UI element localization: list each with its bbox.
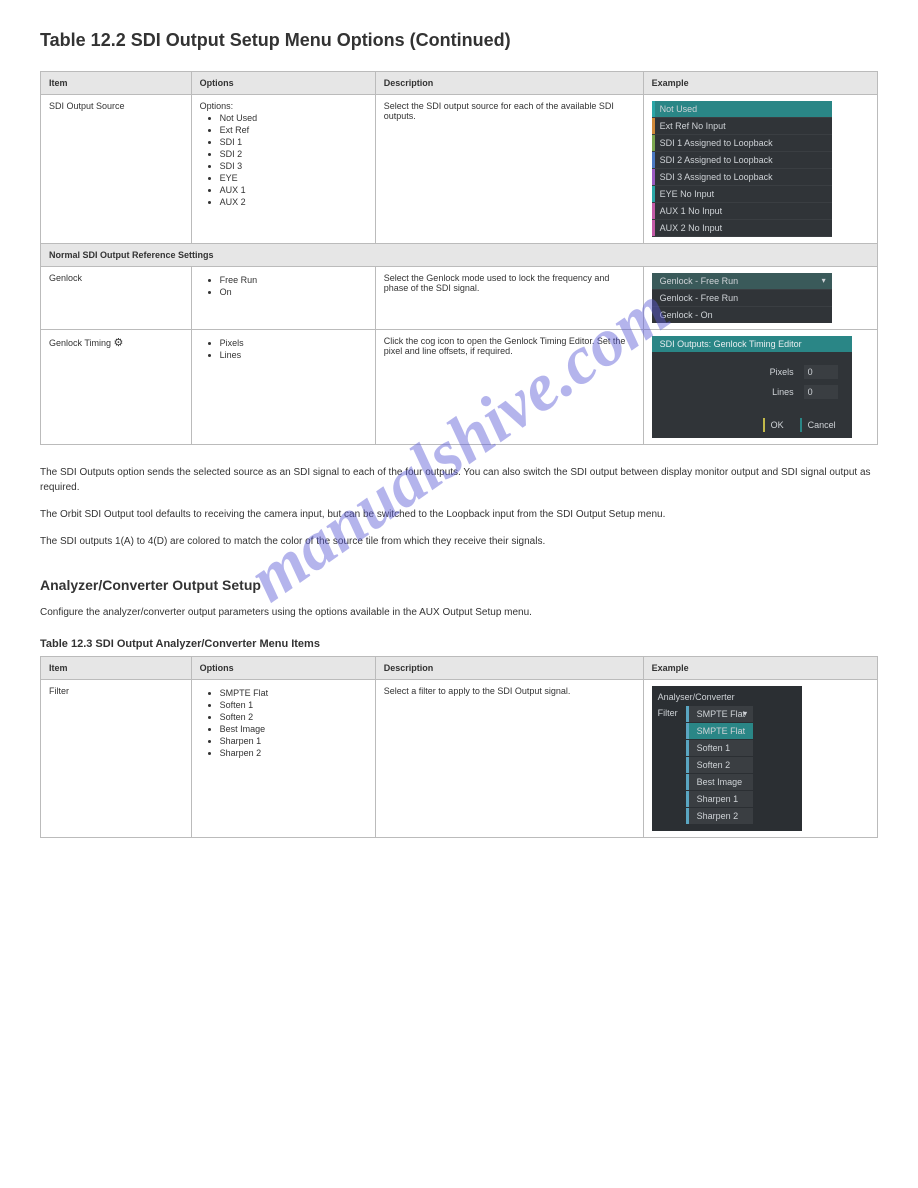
genlock-dropdown-screenshot: Genlock - Free Run Genlock - Free Run Ge… [652,273,832,323]
table-subheader-row: Normal SDI Output Reference Settings [41,244,878,267]
option-item: Not Used [220,113,367,123]
cancel-button[interactable]: Cancel [800,418,842,432]
genlock-option-on[interactable]: Genlock - On [652,306,832,323]
analyzer-heading: Analyzer/Converter Output Setup [40,577,878,593]
filter-panel-title: Analyser/Converter [658,692,796,702]
source-option-aux1[interactable]: AUX 1 No Input [652,203,832,220]
filter-screenshot: Analyser/Converter Filter SMPTE Flat SMP… [652,686,802,831]
source-option-aux2[interactable]: AUX 2 No Input [652,220,832,237]
cell-item: SDI Output Source [41,95,192,244]
body-para-1: The SDI Outputs option sends the selecte… [40,465,878,495]
th-item: Item [41,72,192,95]
th-description: Description [375,72,643,95]
source-option-eye[interactable]: EYE No Input [652,186,832,203]
table-row: Filter SMPTE Flat Soften 1 Soften 2 Best… [41,680,878,838]
cell-example: Genlock - Free Run Genlock - Free Run Ge… [643,267,877,330]
option-item: Free Run [220,275,367,285]
option-item: EYE [220,173,367,183]
cell-description: Select the Genlock mode used to lock the… [375,267,643,330]
ok-button[interactable]: OK [763,418,790,432]
filter-option-best-image[interactable]: Best Image [686,774,754,790]
filter-option-soften1[interactable]: Soften 1 [686,740,754,756]
th-options: Options [191,72,375,95]
filter-option-soften2[interactable]: Soften 2 [686,757,754,773]
body-para-2: The Orbit SDI Output tool defaults to re… [40,507,878,522]
th-example: Example [643,72,877,95]
option-item: Ext Ref [220,125,367,135]
option-item: SDI 1 [220,137,367,147]
genlock-timing-label: Genlock Timing [49,338,111,348]
option-item: SDI 2 [220,149,367,159]
source-option-ext-ref[interactable]: Ext Ref No Input [652,118,832,135]
field-label-pixels: Pixels [770,367,794,377]
cell-description: Select a filter to apply to the SDI Outp… [375,680,643,838]
option-item: AUX 1 [220,185,367,195]
th-description: Description [375,657,643,680]
cell-example: Not Used Ext Ref No Input SDI 1 Assigned… [643,95,877,244]
th-item: Item [41,657,192,680]
table-row: Genlock Timing ⚙ Pixels Lines Click the … [41,330,878,445]
filter-dropdown-header[interactable]: SMPTE Flat [686,706,754,722]
filter-option-sharpen1[interactable]: Sharpen 1 [686,791,754,807]
cell-options: Pixels Lines [191,330,375,445]
th-example: Example [643,657,877,680]
cell-item: Filter [41,680,192,838]
table-analyzer-converter: Item Options Description Example Filter … [40,656,878,838]
option-item: AUX 2 [220,197,367,207]
option-item: SMPTE Flat [220,688,367,698]
genlock-option-freerun[interactable]: Genlock - Free Run [652,289,832,306]
cell-options: SMPTE Flat Soften 1 Soften 2 Best Image … [191,680,375,838]
option-item: On [220,287,367,297]
option-item: Best Image [220,724,367,734]
genlock-dropdown-header[interactable]: Genlock - Free Run [652,273,832,289]
genlock-timing-editor-screenshot: SDI Outputs: Genlock Timing Editor Pixel… [652,336,852,438]
cell-description: Click the cog icon to open the Genlock T… [375,330,643,445]
cell-item: Genlock Timing ⚙ [41,330,192,445]
cell-example: Analyser/Converter Filter SMPTE Flat SMP… [643,680,877,838]
table-sdi-output-setup: Item Options Description Example SDI Out… [40,71,878,445]
subheader-normal-ref: Normal SDI Output Reference Settings [41,244,878,267]
source-option-sdi2[interactable]: SDI 2 Assigned to Loopback [652,152,832,169]
field-label-lines: Lines [772,387,794,397]
option-item: Soften 1 [220,700,367,710]
cell-example: SDI Outputs: Genlock Timing Editor Pixel… [643,330,877,445]
cell-options: Options: Not Used Ext Ref SDI 1 SDI 2 SD… [191,95,375,244]
filter-label: Filter [658,706,678,825]
option-item: Soften 2 [220,712,367,722]
table-caption-1: Table 12.2 SDI Output Setup Menu Options… [40,30,878,51]
table-caption-2: Table 12.3 SDI Output Analyzer/Converter… [40,638,878,650]
options-label: Options: [200,101,367,111]
lines-input[interactable] [804,385,838,399]
th-options: Options [191,657,375,680]
filter-option-sharpen2[interactable]: Sharpen 2 [686,808,754,824]
table-row: SDI Output Source Options: Not Used Ext … [41,95,878,244]
option-item: Sharpen 1 [220,736,367,746]
cell-item: Genlock [41,267,192,330]
cell-options: Free Run On [191,267,375,330]
source-option-sdi3[interactable]: SDI 3 Assigned to Loopback [652,169,832,186]
option-item: Pixels [220,338,367,348]
option-item: Lines [220,350,367,360]
pixels-input[interactable] [804,365,838,379]
cell-description: Select the SDI output source for each of… [375,95,643,244]
panel-title: SDI Outputs: Genlock Timing Editor [652,336,852,352]
source-list-screenshot: Not Used Ext Ref No Input SDI 1 Assigned… [652,101,832,237]
filter-option-smpte-flat[interactable]: SMPTE Flat [686,723,754,739]
gear-icon: ⚙ [114,336,124,349]
table-row: Genlock Free Run On Select the Genlock m… [41,267,878,330]
option-item: SDI 3 [220,161,367,171]
analyzer-para: Configure the analyzer/converter output … [40,605,878,620]
source-option-sdi1[interactable]: SDI 1 Assigned to Loopback [652,135,832,152]
source-option-not-used[interactable]: Not Used [652,101,832,118]
option-item: Sharpen 2 [220,748,367,758]
body-para-3: The SDI outputs 1(A) to 4(D) are colored… [40,534,878,549]
